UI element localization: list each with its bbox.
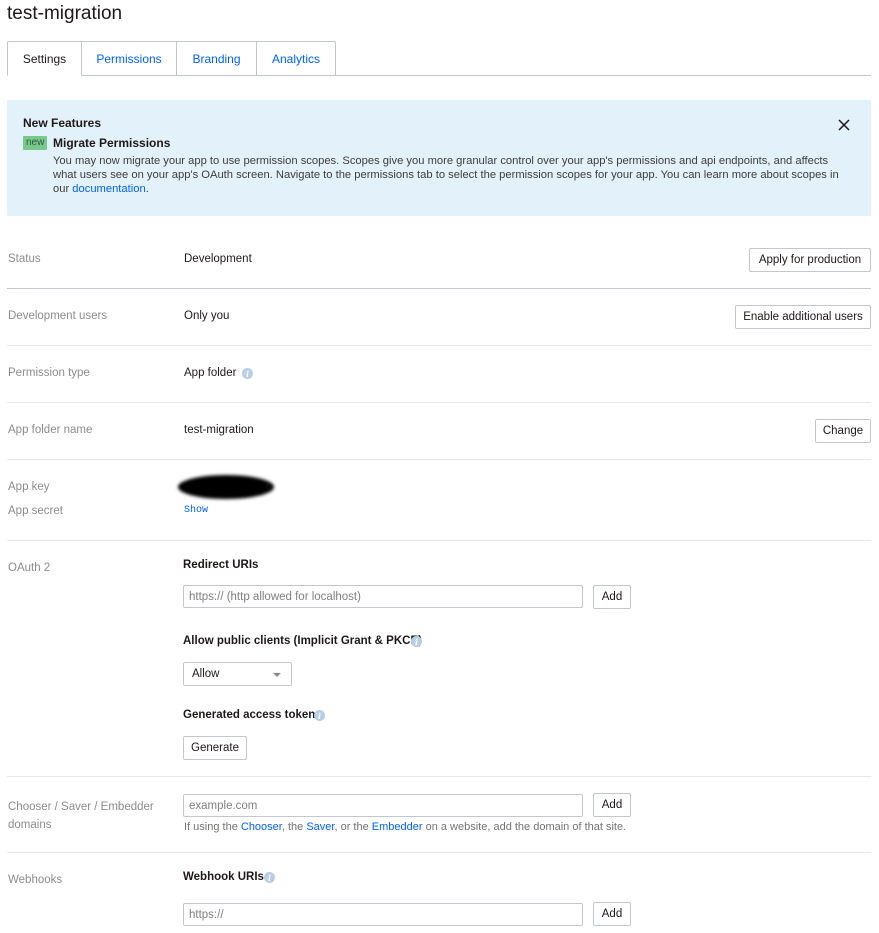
domain-input[interactable]: [183, 794, 583, 817]
tab-analytics[interactable]: Analytics: [257, 41, 336, 76]
status-label: Status: [8, 253, 41, 265]
divider: [7, 345, 871, 346]
tab-settings[interactable]: Settings: [7, 41, 82, 76]
info-icon[interactable]: i: [411, 636, 422, 647]
generate-token-button[interactable]: Generate: [183, 736, 247, 760]
divider: [7, 852, 871, 853]
new-features-banner: New Features new Migrate Permissions You…: [7, 100, 871, 216]
divider: [7, 540, 871, 541]
oauth2-label: OAuth 2: [8, 562, 51, 574]
chooser-domains-label-line1: Chooser / Saver / Embedder: [8, 801, 154, 813]
permission-type-value: App folder: [184, 367, 237, 379]
hint-suffix: on a website, add the domain of that sit…: [422, 821, 627, 833]
add-redirect-uri-button[interactable]: Add: [593, 585, 631, 609]
chooser-domains-label-line2: domains: [8, 819, 52, 831]
permission-type-label: Permission type: [8, 367, 90, 379]
webhooks-label: Webhooks: [8, 874, 63, 886]
public-clients-select-value: Allow: [192, 668, 220, 680]
chooser-domains-label: Chooser / Saver / Embedder domains: [8, 798, 154, 834]
divider: [7, 288, 871, 289]
hint-prefix: If using the: [184, 821, 241, 833]
redacted-app-key: [178, 475, 274, 499]
hint-mid1: , the: [281, 821, 307, 833]
webhook-uris-title: Webhook URIs: [183, 871, 264, 883]
add-webhook-button[interactable]: Add: [593, 902, 631, 926]
generated-token-title: Generated access token: [183, 709, 316, 721]
app-secret-label: App secret: [8, 505, 63, 517]
chevron-down-icon: [273, 673, 281, 677]
webhook-uri-input[interactable]: [183, 903, 583, 926]
tab-permissions[interactable]: Permissions: [82, 41, 177, 76]
development-users-value: Only you: [184, 310, 230, 322]
info-icon[interactable]: i: [242, 368, 253, 379]
divider: [7, 776, 871, 777]
show-secret-link[interactable]: Show: [184, 505, 208, 516]
divider: [7, 402, 871, 403]
apply-for-production-button[interactable]: Apply for production: [749, 248, 871, 272]
add-domain-button[interactable]: Add: [593, 793, 631, 817]
enable-additional-users-button[interactable]: Enable additional users: [735, 305, 871, 329]
redirect-uris-title: Redirect URIs: [183, 559, 259, 571]
app-key-suffix: h: [266, 481, 272, 491]
app-folder-name-label: App folder name: [8, 424, 93, 436]
chooser-link[interactable]: Chooser: [241, 821, 282, 833]
status-value-link[interactable]: Development: [184, 253, 252, 265]
change-button[interactable]: Change: [815, 419, 871, 443]
public-clients-title: Allow public clients (Implicit Grant & P…: [183, 635, 422, 647]
app-key-label: App key: [8, 481, 50, 493]
hint-mid2: , or the: [334, 821, 372, 833]
divider: [7, 459, 871, 460]
new-badge: new: [23, 136, 48, 150]
domain-hint: If using the Chooser, the Saver, or the …: [184, 821, 626, 833]
app-folder-name-value: test-migration: [184, 424, 254, 436]
banner-body-text: You may now migrate your app to use perm…: [53, 155, 839, 195]
embedder-link[interactable]: Embedder: [372, 821, 423, 833]
tab-branding[interactable]: Branding: [177, 41, 257, 76]
page-title: test-migration: [7, 3, 123, 24]
saver-link[interactable]: Saver: [306, 821, 334, 833]
tab-bar: Settings Permissions Branding Analytics: [7, 41, 871, 76]
development-users-label: Development users: [8, 310, 108, 322]
banner-subtitle: Migrate Permissions: [53, 136, 171, 150]
info-icon[interactable]: i: [314, 710, 325, 721]
public-clients-select[interactable]: Allow: [183, 662, 292, 686]
redirect-uri-input[interactable]: [183, 585, 583, 608]
close-icon[interactable]: [837, 118, 851, 132]
documentation-link[interactable]: documentation: [72, 183, 145, 195]
banner-body-tail: .: [145, 183, 149, 195]
info-icon[interactable]: i: [264, 872, 275, 883]
banner-title: New Features: [23, 116, 102, 130]
banner-body: You may now migrate your app to use perm…: [53, 154, 843, 196]
